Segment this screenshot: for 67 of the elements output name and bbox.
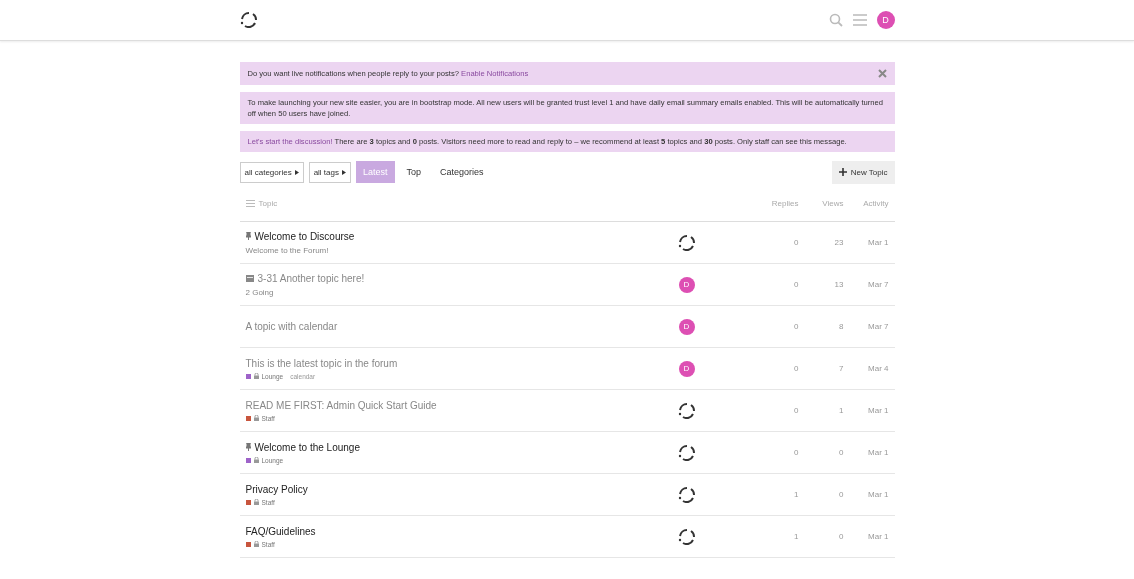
close-icon[interactable] xyxy=(877,69,887,78)
logo-icon xyxy=(677,528,696,545)
topic-title-link[interactable]: This is the latest topic in the forum xyxy=(245,357,398,369)
tag-dropdown[interactable]: all tags xyxy=(308,161,351,183)
lock-icon xyxy=(253,541,259,547)
views-count: 0 xyxy=(838,490,845,499)
site-logo[interactable] xyxy=(239,12,258,28)
replies-count: 1 xyxy=(793,490,800,499)
lock-icon xyxy=(253,457,259,463)
caret-icon xyxy=(294,169,299,175)
activity-date[interactable]: Mar 1 xyxy=(849,448,895,457)
replies-count: 0 xyxy=(793,322,800,331)
topic-title-link[interactable]: Welcome to the Lounge xyxy=(254,441,360,453)
column-header[interactable]: Views xyxy=(804,198,850,208)
topic-title-link[interactable]: Privacy Policy xyxy=(245,483,308,495)
topic-excerpt: 2 Going xyxy=(245,287,275,297)
list-icon xyxy=(245,199,255,207)
logo-icon xyxy=(677,486,696,503)
views-count: 0 xyxy=(838,448,845,457)
menu-icon[interactable] xyxy=(852,14,867,26)
replies-count: 1 xyxy=(793,532,800,541)
topic-title-link[interactable]: FAQ/Guidelines xyxy=(245,525,316,537)
caret-icon xyxy=(342,169,346,175)
plus-icon xyxy=(838,168,847,176)
nav-tab[interactable]: Categories xyxy=(433,161,491,183)
logo-icon xyxy=(677,402,696,419)
replies-count: 0 xyxy=(793,406,800,415)
lock-icon xyxy=(253,373,259,379)
views-count: 0 xyxy=(838,532,845,541)
topic-title-link[interactable]: READ ME FIRST: Admin Quick Start Guide xyxy=(245,399,437,411)
logo-icon xyxy=(239,12,258,28)
activity-date[interactable]: Mar 7 xyxy=(849,280,895,289)
nav-tab[interactable]: Top xyxy=(399,161,429,183)
column-header[interactable]: Replies xyxy=(759,198,805,208)
views-count: 7 xyxy=(838,364,845,373)
activity-date[interactable]: Mar 4 xyxy=(849,364,895,373)
search-icon[interactable] xyxy=(828,13,843,27)
topic-title-link[interactable]: A topic with calendar xyxy=(245,321,338,332)
lock-icon xyxy=(253,499,259,505)
views-count: 1 xyxy=(838,406,845,415)
category-dropdown[interactable]: all categories xyxy=(239,161,304,183)
nav-tab[interactable]: Latest xyxy=(356,161,395,183)
user-avatar[interactable]: D xyxy=(876,11,895,29)
replies-count: 0 xyxy=(793,448,800,457)
activity-date[interactable]: Mar 1 xyxy=(849,532,895,541)
lock-icon xyxy=(253,415,259,421)
activity-date[interactable]: Mar 1 xyxy=(849,490,895,499)
column-header[interactable]: Topic xyxy=(239,198,662,208)
replies-count: 0 xyxy=(793,238,800,247)
logo-icon xyxy=(677,234,696,251)
poster-avatar[interactable]: D xyxy=(678,276,695,293)
replies-count: 0 xyxy=(793,364,800,373)
topic-title-link[interactable]: Welcome to Discourse xyxy=(254,230,355,242)
topic-excerpt: Welcome to the Forum! xyxy=(245,245,330,255)
topic-title-link[interactable]: 3-31 Another topic here! xyxy=(257,272,365,284)
activity-date[interactable]: Mar 1 xyxy=(849,238,895,247)
activity-date[interactable]: Mar 1 xyxy=(849,406,895,415)
poster-avatar[interactable]: D xyxy=(678,318,695,335)
views-count: 23 xyxy=(833,238,845,247)
views-count: 13 xyxy=(833,280,845,289)
logo-icon xyxy=(677,444,696,461)
new-topic-button[interactable]: New Topic xyxy=(831,160,895,184)
views-count: 8 xyxy=(838,322,845,331)
activity-date[interactable]: Mar 7 xyxy=(849,322,895,331)
column-header[interactable]: Activity xyxy=(849,198,895,208)
poster-avatar[interactable]: D xyxy=(678,360,695,377)
replies-count: 0 xyxy=(793,280,800,289)
